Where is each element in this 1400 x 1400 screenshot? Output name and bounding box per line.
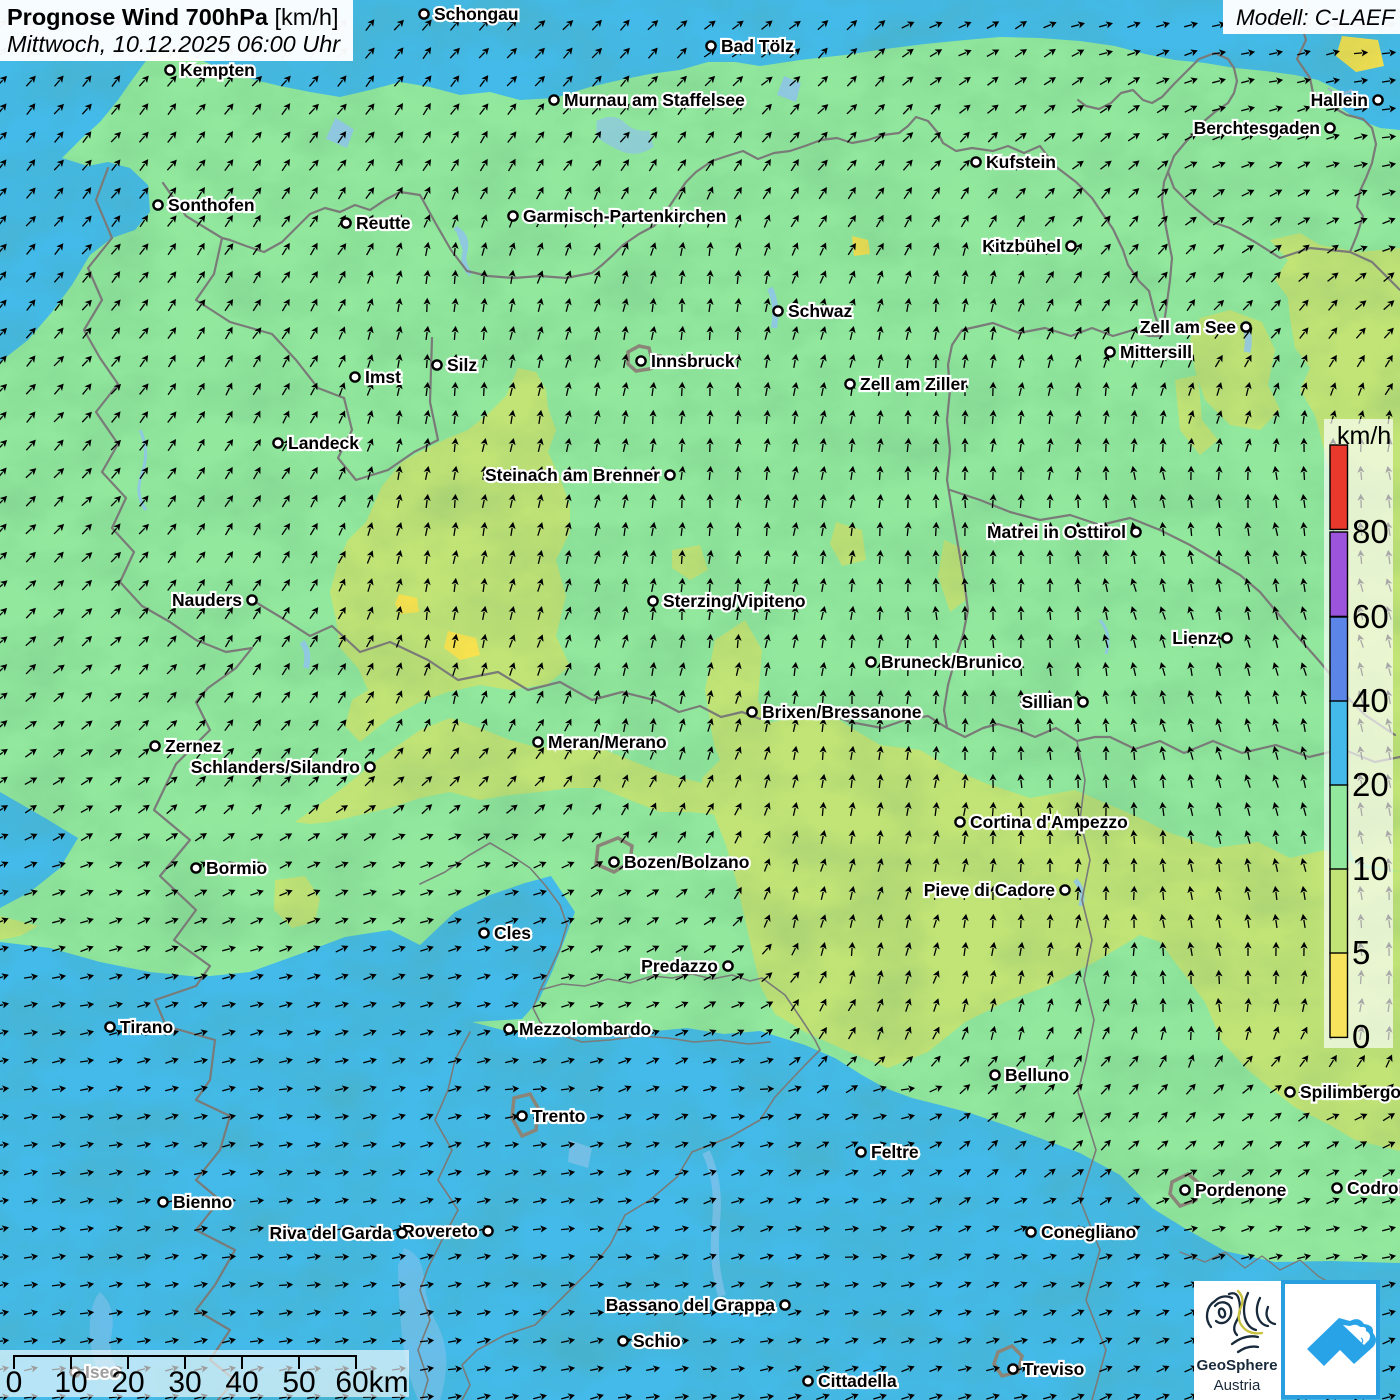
svg-text:Brixen/Bressanone: Brixen/Bressanone — [762, 702, 922, 722]
svg-text:Schio: Schio — [633, 1331, 681, 1351]
svg-text:Hallein: Hallein — [1311, 90, 1368, 110]
svg-text:Kufstein: Kufstein — [986, 152, 1056, 172]
svg-text:Bassano del Grappa: Bassano del Grappa — [606, 1295, 775, 1315]
svg-text:GeoSphere: GeoSphere — [1196, 1357, 1277, 1374]
svg-text:Mittersill: Mittersill — [1120, 342, 1192, 362]
svg-text:80: 80 — [1352, 513, 1389, 550]
svg-text:Matrei in Osttirol: Matrei in Osttirol — [987, 522, 1126, 542]
svg-text:Prognose Wind 700hPa [km/h]: Prognose Wind 700hPa [km/h] — [7, 4, 338, 30]
svg-text:Codroipo: Codroipo — [1347, 1178, 1400, 1198]
svg-text:Sterzing/Vipiteno: Sterzing/Vipiteno — [663, 591, 806, 611]
svg-text:Steinach am Brenner: Steinach am Brenner — [485, 465, 660, 485]
svg-text:Bozen/Bolzano: Bozen/Bolzano — [624, 852, 749, 872]
svg-text:Riva del Garda: Riva del Garda — [269, 1223, 392, 1243]
svg-text:Nauders: Nauders — [172, 590, 242, 610]
svg-text:30: 30 — [168, 1366, 201, 1399]
svg-text:Zell am Ziller: Zell am Ziller — [860, 374, 967, 394]
svg-text:Garmisch-Partenkirchen: Garmisch-Partenkirchen — [523, 206, 726, 226]
svg-text:Cortina d'Ampezzo: Cortina d'Ampezzo — [970, 812, 1128, 832]
svg-text:50: 50 — [282, 1366, 315, 1399]
svg-text:Zell am See: Zell am See — [1140, 317, 1237, 337]
svg-text:Zernez: Zernez — [165, 736, 222, 756]
svg-text:Kitzbühel: Kitzbühel — [982, 236, 1061, 256]
svg-text:Bruneck/Brunico: Bruneck/Brunico — [881, 652, 1022, 672]
svg-text:Bad Tölz: Bad Tölz — [721, 36, 794, 56]
svg-text:Belluno: Belluno — [1005, 1065, 1069, 1085]
svg-text:10: 10 — [54, 1366, 87, 1399]
svg-text:Berchtesgaden: Berchtesgaden — [1194, 118, 1320, 138]
svg-text:20: 20 — [111, 1366, 144, 1399]
svg-text:0: 0 — [6, 1366, 23, 1399]
svg-text:10: 10 — [1352, 850, 1389, 887]
svg-text:Silz: Silz — [447, 355, 477, 375]
svg-text:Pieve di Cadore: Pieve di Cadore — [924, 880, 1056, 900]
svg-text:Pordenone: Pordenone — [1195, 1180, 1287, 1200]
svg-text:Mezzolombardo: Mezzolombardo — [519, 1019, 651, 1039]
svg-text:Landeck: Landeck — [288, 433, 359, 453]
svg-text:Bormio: Bormio — [206, 858, 267, 878]
svg-text:Imst: Imst — [365, 367, 401, 387]
svg-text:Cittadella: Cittadella — [818, 1371, 897, 1391]
svg-text:Rovereto: Rovereto — [402, 1221, 478, 1241]
svg-text:40: 40 — [1352, 682, 1389, 719]
svg-text:Schlanders/Silandro: Schlanders/Silandro — [191, 757, 360, 777]
svg-text:Innsbruck: Innsbruck — [651, 351, 735, 371]
svg-text:Cles: Cles — [494, 923, 531, 943]
svg-text:Tirano: Tirano — [120, 1017, 173, 1037]
svg-text:Sillian: Sillian — [1021, 692, 1073, 712]
svg-text:Schongau: Schongau — [434, 4, 519, 24]
svg-text:Modell: C-LAEF: Modell: C-LAEF — [1236, 5, 1396, 30]
svg-text:Feltre: Feltre — [871, 1142, 919, 1162]
svg-text:Sonthofen: Sonthofen — [168, 195, 255, 215]
svg-text:40: 40 — [225, 1366, 258, 1399]
svg-text:Kempten: Kempten — [180, 60, 255, 80]
svg-text:0: 0 — [1352, 1018, 1370, 1055]
svg-text:Murnau am Staffelsee: Murnau am Staffelsee — [564, 90, 745, 110]
svg-text:Austria: Austria — [1214, 1377, 1261, 1394]
svg-text:Spilimbergo: Spilimbergo — [1300, 1082, 1400, 1102]
svg-text:60km: 60km — [335, 1366, 408, 1399]
svg-text:Bienno: Bienno — [173, 1192, 232, 1212]
svg-text:Treviso: Treviso — [1023, 1359, 1084, 1379]
svg-text:Meran/Merano: Meran/Merano — [548, 732, 667, 752]
svg-text:60: 60 — [1352, 598, 1389, 635]
svg-text:20: 20 — [1352, 766, 1389, 803]
svg-text:Conegliano: Conegliano — [1041, 1222, 1136, 1242]
svg-text:Predazzo: Predazzo — [641, 956, 718, 976]
svg-text:Mittwoch, 10.12.2025 06:00 Uhr: Mittwoch, 10.12.2025 06:00 Uhr — [7, 31, 341, 57]
svg-text:Trento: Trento — [532, 1106, 585, 1126]
svg-text:Reutte: Reutte — [356, 213, 411, 233]
svg-text:5: 5 — [1352, 934, 1370, 971]
svg-text:Lienz: Lienz — [1172, 628, 1217, 648]
svg-text:Schwaz: Schwaz — [788, 301, 852, 321]
